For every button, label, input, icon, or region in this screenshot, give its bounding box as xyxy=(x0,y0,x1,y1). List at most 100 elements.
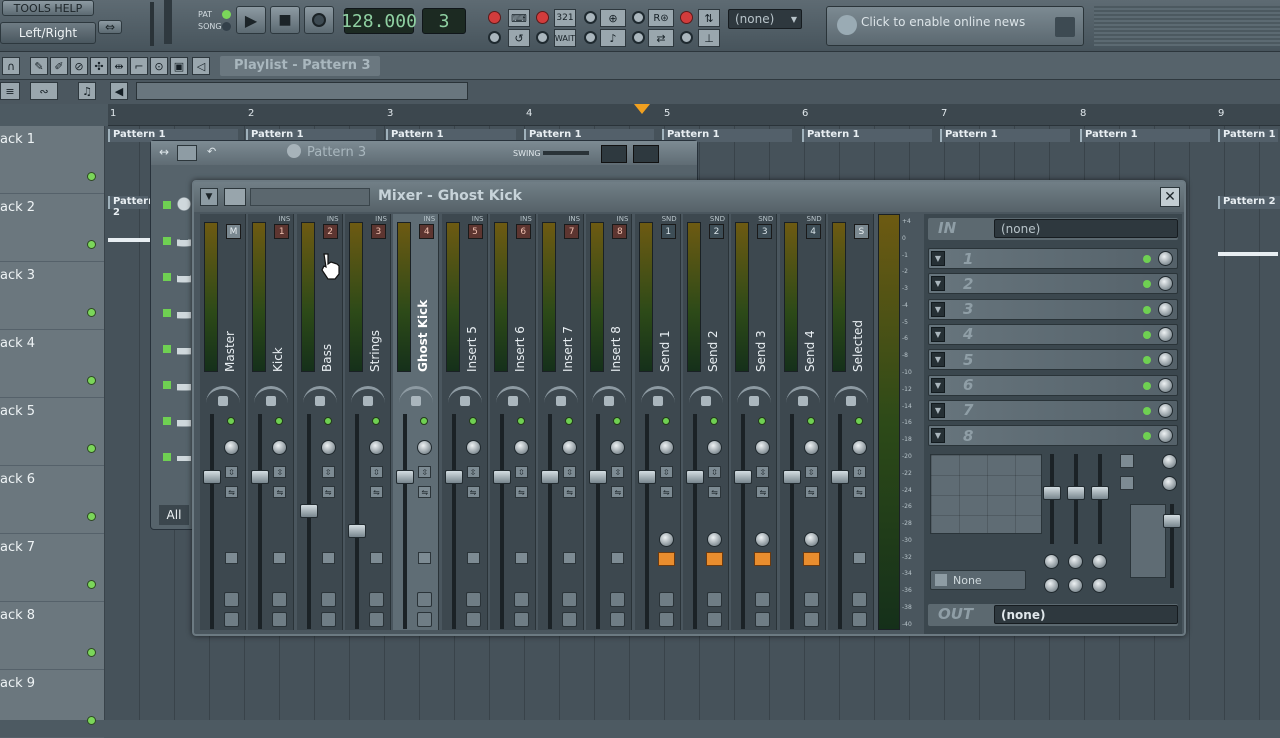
disk-icon[interactable] xyxy=(562,612,578,627)
swing-slider[interactable] xyxy=(543,151,589,155)
record-source-icon[interactable] xyxy=(368,592,384,607)
mute-led[interactable] xyxy=(227,417,235,425)
record-source-icon[interactable] xyxy=(851,592,867,607)
pattern-clip[interactable]: Pattern 1 xyxy=(1218,129,1278,142)
volume-fader[interactable] xyxy=(444,470,463,484)
news-panel[interactable]: Click to enable online news xyxy=(826,6,1084,46)
snap-selector[interactable]: (none) ▼ xyxy=(728,9,802,29)
track-led[interactable] xyxy=(87,512,96,521)
volume-fader[interactable] xyxy=(251,470,270,484)
mixer-titlebar[interactable]: ▼ Mixer - Ghost Kick ✕ xyxy=(194,182,1184,212)
route-slot[interactable]: 7 xyxy=(564,224,580,239)
multilink-icon[interactable]: ⇄ xyxy=(648,29,674,47)
volume-slider[interactable] xyxy=(258,414,263,629)
route-slot[interactable]: 2 xyxy=(322,224,338,239)
mute-led[interactable] xyxy=(468,417,477,425)
fx-slot-menu-icon[interactable]: ▼ xyxy=(931,377,945,393)
reverse-icon[interactable]: ⇋ xyxy=(563,486,577,498)
menu-bar[interactable]: TOOLS HELP xyxy=(2,0,94,16)
grip-icon[interactable] xyxy=(224,188,246,206)
fx-slot-menu-icon[interactable]: ▼ xyxy=(931,276,945,292)
mute-led[interactable] xyxy=(323,417,332,425)
mixer-strip[interactable]: INS 3 Strings ⇳ ⇋ xyxy=(344,214,391,630)
eq-width-knob[interactable] xyxy=(1092,578,1107,593)
arm-icon[interactable]: ⇳ xyxy=(708,466,721,478)
volume-slider[interactable] xyxy=(451,414,456,629)
route-slot[interactable]: 8 xyxy=(612,224,628,239)
route-slot[interactable]: 5 xyxy=(467,224,483,239)
mixer-strip[interactable]: INS 1 Kick ⇳ ⇋ xyxy=(248,214,295,630)
wet-knob[interactable] xyxy=(1162,454,1177,469)
track-led[interactable] xyxy=(87,648,96,657)
route-arrow-icon[interactable] xyxy=(273,552,287,564)
mixer-strip[interactable]: M Master ⇳ ⇋ xyxy=(200,214,246,630)
record-source-icon[interactable] xyxy=(707,592,722,607)
disk-icon[interactable] xyxy=(658,612,674,627)
fx-enable-led[interactable] xyxy=(1143,255,1151,263)
input-selector[interactable]: (none) xyxy=(994,219,1178,238)
volume-fader[interactable] xyxy=(492,470,511,484)
playback-icon[interactable]: ▣ xyxy=(170,57,188,75)
route-arrow-icon[interactable] xyxy=(802,552,820,566)
pattern-clip[interactable]: Pattern 1 xyxy=(802,129,932,142)
mixer-strip[interactable]: INS 7 Insert 7 ⇳ ⇋ xyxy=(538,214,585,630)
option-toggle-3[interactable] xyxy=(584,31,597,44)
reverse-icon[interactable]: ⇋ xyxy=(708,486,721,498)
route-arrow-icon[interactable] xyxy=(563,552,577,564)
song-mode-led[interactable] xyxy=(222,22,231,31)
wait-input-icon[interactable]: WAIT xyxy=(554,29,576,47)
loop-record-toggle[interactable] xyxy=(632,11,645,24)
record-source-icon[interactable] xyxy=(465,592,481,607)
mute-icon[interactable]: ✣ xyxy=(90,57,108,75)
undo-icon[interactable]: ↶ xyxy=(207,145,216,158)
stereo-knob[interactable] xyxy=(272,440,288,455)
close-icon[interactable]: ✕ xyxy=(1160,187,1180,207)
note-icon[interactable]: ♫ xyxy=(78,82,96,100)
mute-led[interactable] xyxy=(275,417,284,425)
mixer-strip[interactable]: INS 6 Insert 6 ⇳ ⇋ xyxy=(489,214,536,630)
strip-name[interactable]: Send 1 xyxy=(658,254,676,372)
mixer-strip[interactable]: SND 2 Send 2 ⇳ ⇋ xyxy=(683,214,729,630)
strip-name[interactable]: Insert 7 xyxy=(561,254,579,372)
slice-icon[interactable]: ⇹ xyxy=(110,57,128,75)
strip-name[interactable]: Kick xyxy=(271,254,289,372)
track-header[interactable]: ack 8 xyxy=(0,602,104,670)
track-led[interactable] xyxy=(87,444,96,453)
reverse-icon[interactable]: ⇋ xyxy=(225,486,238,498)
mixer-strip[interactable]: INS 5 Insert 5 ⇳ ⇋ xyxy=(441,214,488,630)
volume-fader[interactable] xyxy=(830,470,849,484)
step-edit-icon[interactable]: ⊕ xyxy=(600,9,626,27)
disk-icon[interactable] xyxy=(803,612,819,627)
mute-led[interactable] xyxy=(516,417,525,425)
stereo-knob[interactable] xyxy=(658,440,674,455)
stereo-knob[interactable] xyxy=(513,440,529,455)
fx-slot[interactable]: ▼ 8 xyxy=(928,425,1178,447)
mixer-strip[interactable]: S Selected ⇳ ⇋ xyxy=(827,214,874,630)
route-slot[interactable]: 3 xyxy=(370,224,386,239)
fx-slot[interactable]: ▼ 5 xyxy=(928,349,1178,371)
pat-mode-led[interactable] xyxy=(222,10,231,19)
option-toggle-4[interactable] xyxy=(632,31,645,44)
record-source-icon[interactable] xyxy=(320,592,336,607)
record-source-icon[interactable] xyxy=(658,592,674,607)
speaker-icon[interactable]: ◁ xyxy=(192,57,210,75)
menu-icon[interactable]: ≡ xyxy=(0,82,20,100)
countdown-icon[interactable]: 321 xyxy=(554,9,576,27)
eq-band-fader[interactable] xyxy=(1043,486,1061,500)
track-header[interactable]: ack 3 xyxy=(0,262,104,330)
scroll-icon[interactable]: ⇅ xyxy=(698,9,720,27)
pan-knob[interactable] xyxy=(797,396,808,406)
disk-icon[interactable] xyxy=(707,612,722,627)
stereo-knob[interactable] xyxy=(320,440,336,455)
lock-icon[interactable]: ⊥ xyxy=(698,29,720,47)
tempo-display[interactable]: 128.000 xyxy=(341,8,417,34)
route-arrow-icon[interactable] xyxy=(321,552,335,564)
eq-graph[interactable] xyxy=(930,454,1042,534)
route-slot[interactable]: 1 xyxy=(660,224,676,239)
mixer-menu-icon[interactable]: ▼ xyxy=(200,188,218,206)
select-icon[interactable]: ⌐ xyxy=(130,57,148,75)
piano-icon[interactable] xyxy=(633,145,659,163)
volume-slider[interactable] xyxy=(596,414,601,629)
mixer-strip[interactable]: INS 8 Insert 8 ⇳ ⇋ xyxy=(586,214,633,630)
track-header[interactable]: ack 7 xyxy=(0,534,104,602)
